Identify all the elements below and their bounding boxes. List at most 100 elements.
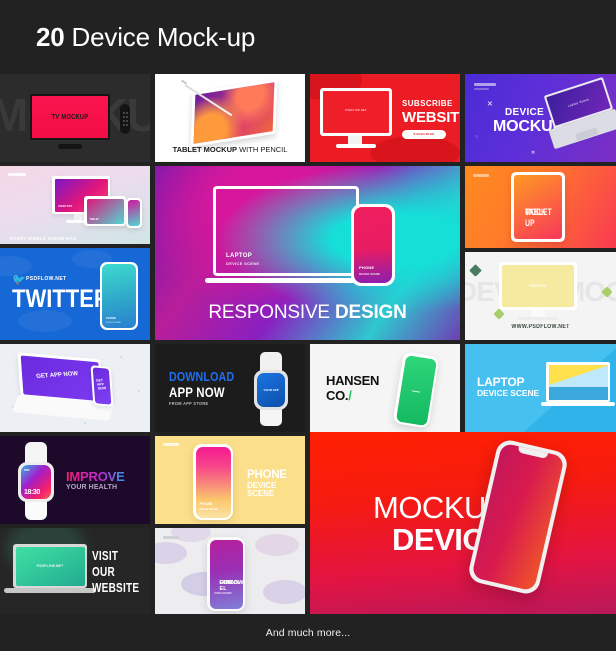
download-line3: FROM APP STORE bbox=[169, 401, 209, 406]
phone-scene-line1: PHONE bbox=[247, 469, 287, 481]
phone-sublabel: PSDFLOW.NET bbox=[214, 591, 232, 595]
phone-device: GET APP NOW bbox=[90, 365, 114, 407]
visit-line3: WEBSITE bbox=[92, 581, 140, 595]
tablet-device: TABLET bbox=[84, 196, 126, 226]
tile-twitter[interactable]: 🐦 PSDFLOW.NET TWITTER PHONE DEVICE SCENE bbox=[0, 248, 150, 340]
brand-logo bbox=[163, 536, 179, 539]
monitor-device: PSDFLOW.NET bbox=[320, 88, 392, 136]
site-url: WWW.PSDFLOW.NET bbox=[511, 324, 570, 330]
download-line2: APP NOW bbox=[169, 384, 225, 400]
monitor-base bbox=[517, 317, 559, 320]
subscribe-button-label: SUBSCRIBE bbox=[413, 132, 435, 136]
laptop-scene-line1: LAPTOP bbox=[477, 375, 525, 389]
watch-label: YOUR APP bbox=[263, 388, 279, 392]
tablet-screen: TABLET MOCK -UP bbox=[514, 175, 562, 239]
responsive-small-line1: EVERY SINGLE SCENE HAS bbox=[10, 236, 77, 241]
tile-laptop-scene[interactable]: LAPTOP DEVICE SCENE bbox=[465, 344, 616, 432]
laptop-base bbox=[4, 588, 96, 593]
brand-logo bbox=[163, 443, 179, 446]
tile-phone-scene[interactable]: PHONE DEVICE SCENE PHONE DEVICE SCENE bbox=[155, 436, 305, 524]
twitter-site: PSDFLOW.NET bbox=[26, 276, 67, 282]
responsive-caption: RESPONSIVE DESIGN bbox=[155, 302, 460, 324]
tile-visit-website[interactable]: PSDFLOW.NET VISIT OUR WEBSITE bbox=[0, 528, 150, 614]
tile-responsive-small[interactable]: DESKTOP TABLET EVERY SINGLE SCENE HAS RE… bbox=[0, 166, 150, 244]
laptop-lid: PSDFLOW.NET bbox=[13, 544, 87, 588]
monitor-screen: PSDFLOW.NET bbox=[323, 91, 389, 133]
decor-blob bbox=[370, 136, 460, 162]
laptop-scene-line2: DEVICE SCENE bbox=[477, 388, 540, 398]
page-title-text: Device Mock-up bbox=[64, 21, 256, 52]
monitor-screen-label: PSDFLOW.NET bbox=[345, 109, 367, 112]
phone-screen: FOLLOW OUR CHANN -EL PSDFLOW.NET bbox=[209, 539, 243, 609]
tile-get-app-now[interactable]: GET APP NOW GET APP NOW bbox=[0, 344, 150, 432]
phone-scene-line2: DEVICE SCENE bbox=[247, 481, 277, 499]
caption-light: WITH PENCIL bbox=[237, 145, 288, 154]
cross-icon: ✕ bbox=[531, 150, 536, 156]
tablet-screen: TABLET bbox=[86, 198, 124, 224]
visit-line2: OUR bbox=[92, 565, 115, 579]
tv-stand bbox=[58, 144, 82, 149]
monitor-screen-label: WEBSITE bbox=[529, 284, 547, 288]
watch-time: 18:30 bbox=[24, 489, 40, 496]
phone-device: PHONE DEVICE SCENE bbox=[193, 444, 233, 520]
watch-screen: YOUR APP bbox=[257, 373, 285, 407]
laptop-base bbox=[205, 278, 367, 283]
tv-device: TV MOCKUP bbox=[30, 94, 110, 140]
device-line1: DEVICE bbox=[505, 107, 545, 118]
tile-tablet-pencil[interactable]: TABLET MOCKUP WITH PENCIL bbox=[155, 74, 305, 162]
circle-icon: ○ bbox=[475, 134, 479, 140]
watch-body: YOUR APP bbox=[254, 370, 288, 410]
smartwatch-device: YOUR APP bbox=[251, 352, 291, 426]
monitor-device: WEBSITE bbox=[499, 262, 577, 310]
tile-device-mockup-light[interactable]: DEVICE MOCKUP WEBSITE WWW.PSDFLOW.NET bbox=[465, 252, 616, 340]
brand-bar bbox=[474, 83, 496, 86]
improve-line2: YOUR HEALTH bbox=[66, 484, 118, 491]
tile-tv-mockup[interactable]: MOCKUP TV MOCKUP bbox=[0, 74, 150, 162]
footer-text: And much more... bbox=[265, 626, 351, 639]
page-title: 20 Device Mock-up bbox=[36, 22, 255, 53]
tile-download-app[interactable]: DOWNLOAD APP NOW FROM APP STORE YOUR APP bbox=[155, 344, 305, 432]
tablet-device: TABLET MOCK -UP bbox=[511, 172, 565, 242]
twitter-title: TWITTER bbox=[12, 285, 110, 313]
tile-subscribe-website[interactable]: PSDFLOW.NET SUBSCRIBE WEBSITE SUBSCRIBE bbox=[310, 74, 460, 162]
caption-bold: DESIGN bbox=[334, 302, 407, 323]
laptop-sublabel: DEVICE SCENE bbox=[226, 261, 260, 266]
tile-follow-channel[interactable]: FOLLOW OUR CHANN -EL PSDFLOW.NET bbox=[155, 528, 305, 614]
watch-screen: BPM 18:30 bbox=[21, 465, 51, 499]
desktop-label: DESKTOP bbox=[58, 204, 73, 208]
phone-device: FOLLOW OUR CHANN -EL PSDFLOW.NET bbox=[207, 537, 245, 611]
tile-mockup-device-large[interactable]: MOCKUP DEVICE bbox=[310, 432, 616, 614]
laptop-label: GET APP NOW bbox=[35, 370, 79, 380]
tv-screen-label: TV MOCKUP bbox=[51, 114, 89, 121]
tile-device-mockup-laptop[interactable]: ✕ ✕ ✕ ○ DEVICE MOCKUP Laptop Scene bbox=[465, 74, 616, 162]
tile-caption: TABLET MOCKUP WITH PENCIL bbox=[155, 145, 305, 154]
monitor-screen: WEBSITE bbox=[502, 265, 574, 307]
watch-hr-label: BPM bbox=[24, 469, 30, 472]
tile-responsive-design-large[interactable]: LAPTOP DEVICE SCENE PHONE DEVICE SCENE R… bbox=[155, 166, 460, 340]
subscribe-line1: SUBSCRIBE bbox=[402, 99, 453, 108]
decor-ellipse bbox=[255, 534, 299, 556]
tile-tablet-mockup[interactable]: TABLET MOCK -UP bbox=[465, 166, 616, 248]
phone-screen: GET APP NOW bbox=[92, 366, 112, 406]
brand-logo bbox=[473, 174, 489, 177]
laptop-screen bbox=[548, 364, 608, 400]
laptop-screen: GET APP NOW bbox=[20, 354, 101, 401]
phone-screen: PHONE DEVICE SCENE bbox=[195, 446, 231, 518]
phone-label: GET APP NOW bbox=[95, 377, 107, 391]
caption-bold: TABLET MOCKUP bbox=[172, 145, 238, 154]
phone-sublabel: DEVICE SCENE bbox=[359, 272, 380, 276]
mockup-grid: MOCKUP TV MOCKUP TABLET MOCKUP WITH PENC… bbox=[0, 74, 616, 614]
page-header: 20 Device Mock-up bbox=[0, 0, 616, 74]
subscribe-line2: WEBSITE bbox=[402, 109, 460, 126]
tile-improve-health[interactable]: BPM 18:30 IMPROVE YOUR HEALTH bbox=[0, 436, 150, 524]
decor-blob bbox=[18, 310, 72, 332]
phone-device bbox=[126, 198, 142, 228]
laptop-device: PSDFLOW.NET bbox=[4, 544, 96, 600]
tile-hansen-co[interactable]: HANSEN CO./ bbox=[310, 344, 460, 432]
subscribe-button[interactable]: SUBSCRIBE bbox=[402, 130, 446, 139]
caption-light: RESPONSIVE bbox=[208, 302, 335, 323]
hansen-line2: CO./ bbox=[326, 388, 352, 403]
phone-label: PHONE bbox=[106, 317, 117, 320]
laptop-lid: LAPTOP DEVICE SCENE bbox=[213, 186, 359, 276]
page-footer: And much more... bbox=[0, 614, 616, 651]
